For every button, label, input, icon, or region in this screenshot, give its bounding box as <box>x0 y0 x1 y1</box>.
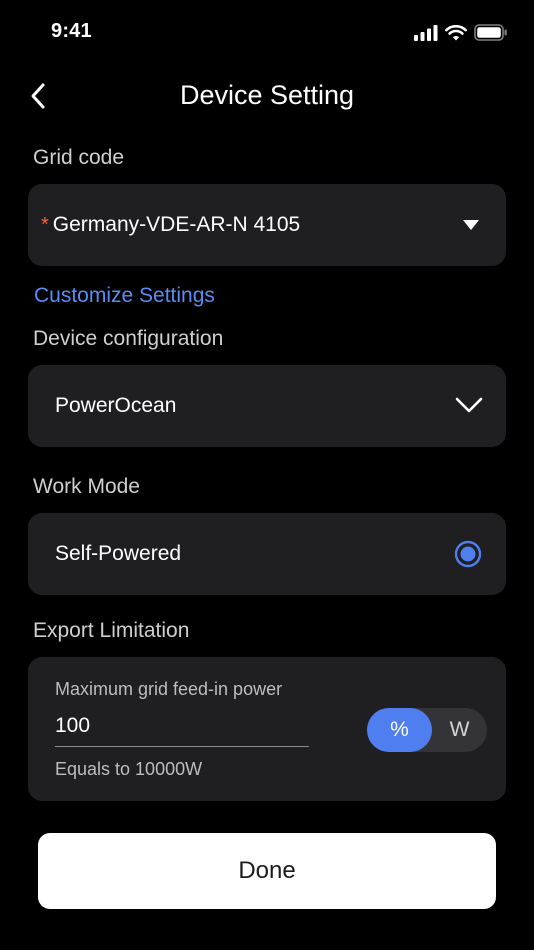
grid-code-select[interactable]: * Germany-VDE-AR-N 4105 <box>28 184 506 266</box>
page-title: Device Setting <box>179 80 355 110</box>
dropdown-triangle-icon <box>463 220 479 230</box>
unit-toggle: % W <box>367 708 487 752</box>
work-mode-label: Work Mode <box>33 475 140 498</box>
unit-watt-option[interactable]: W <box>432 708 487 752</box>
device-configuration-label: Device configuration <box>33 327 224 350</box>
work-mode-option[interactable]: Self-Powered <box>28 513 506 595</box>
feed-in-power-label: Maximum grid feed-in power <box>55 679 283 699</box>
feed-in-power-hint: Equals to 10000W <box>55 759 203 779</box>
required-mark: * <box>41 214 49 236</box>
cellular-signal-icon <box>414 24 438 41</box>
work-mode-value: Self-Powered <box>55 542 182 565</box>
device-configuration-select[interactable]: PowerOcean <box>28 365 506 447</box>
radio-selected-icon[interactable] <box>454 540 482 568</box>
status-time: 9:41 <box>51 20 92 42</box>
grid-code-value-wrap: * Germany-VDE-AR-N 4105 <box>41 213 300 237</box>
export-limitation-card: Maximum grid feed-in power 100 Equals to… <box>28 657 506 801</box>
status-icons <box>414 24 508 41</box>
customize-settings-link[interactable]: Customize Settings <box>34 284 215 308</box>
battery-icon <box>474 24 507 41</box>
grid-code-label: Grid code <box>33 146 125 169</box>
done-button[interactable]: Done <box>38 833 496 909</box>
feed-in-power-input[interactable]: 100 <box>55 714 309 747</box>
device-configuration-value: PowerOcean <box>55 394 177 417</box>
wifi-icon <box>445 24 467 40</box>
chevron-down-icon <box>455 397 483 413</box>
grid-code-value: Germany-VDE-AR-N 4105 <box>52 213 301 236</box>
unit-percent-option[interactable]: % <box>367 708 432 752</box>
export-limitation-label: Export Limitation <box>33 619 190 642</box>
